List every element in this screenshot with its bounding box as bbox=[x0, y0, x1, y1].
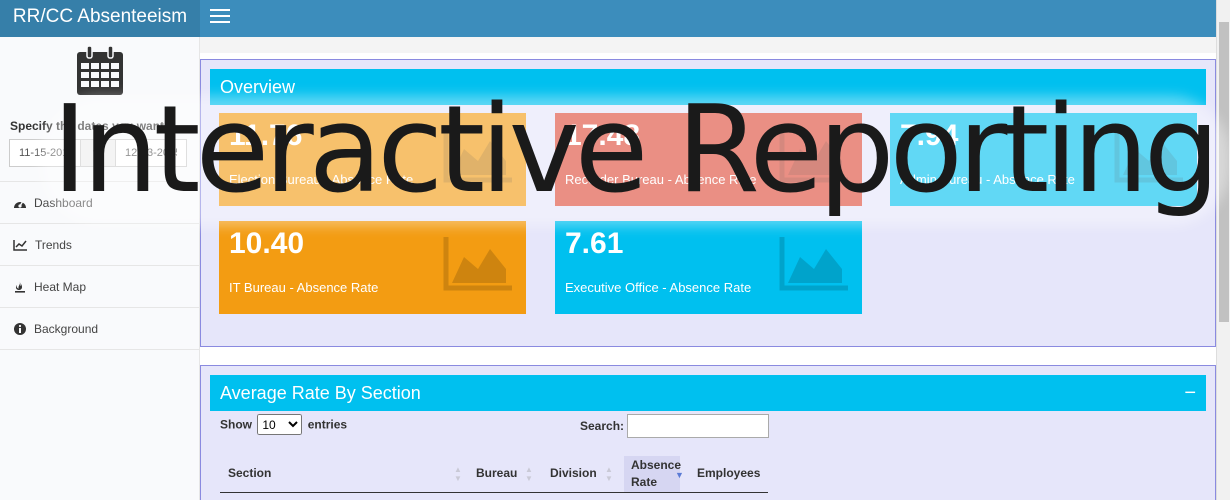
sidebar-item-label: Trends bbox=[35, 237, 72, 252]
page-scrollbar[interactable] bbox=[1216, 0, 1230, 500]
value-box-number: 10.40 bbox=[229, 227, 305, 260]
fire-icon bbox=[15, 281, 25, 293]
search-label: Search: bbox=[580, 419, 625, 433]
search-control: Search: bbox=[580, 414, 770, 438]
show-label: Show bbox=[220, 417, 252, 432]
avg-rate-title: Average Rate By Section bbox=[220, 383, 421, 403]
sidebar-item-background[interactable]: Background bbox=[0, 308, 199, 350]
value-box-it: 10.40 IT Bureau - Absence Rate bbox=[219, 221, 526, 314]
entries-select[interactable]: 10 bbox=[257, 414, 303, 435]
avg-rate-box: Average Rate By Section − Show 10 entrie… bbox=[200, 365, 1216, 500]
sidebar-item-label: Background bbox=[34, 321, 99, 336]
header-divider bbox=[220, 492, 768, 493]
line-chart-icon bbox=[13, 239, 27, 251]
value-box-label: IT Bureau - Absence Rate bbox=[229, 280, 379, 295]
sidebar-item-heat-map[interactable]: Heat Map bbox=[0, 266, 199, 308]
entries-control: Show 10 entries bbox=[220, 414, 347, 435]
column-header-employees[interactable]: Employees bbox=[697, 466, 760, 480]
area-chart-icon bbox=[779, 237, 848, 291]
value-box-number: 7.61 bbox=[565, 227, 624, 260]
avg-rate-header: Average Rate By Section − bbox=[210, 375, 1206, 411]
entries-label: entries bbox=[307, 417, 348, 432]
sort-icon: ▲ ▼ bbox=[605, 465, 613, 483]
dashboard-icon bbox=[14, 200, 26, 208]
top-navbar bbox=[200, 0, 1216, 37]
sidebar-toggle-icon[interactable] bbox=[210, 9, 230, 25]
collapse-button[interactable]: − bbox=[1184, 375, 1196, 411]
sidebar-item-label: Heat Map bbox=[34, 279, 87, 294]
column-header-section[interactable]: Section bbox=[228, 466, 271, 480]
sort-icon: ▲ ▼ bbox=[454, 465, 462, 483]
app-title[interactable]: RR/CC Absenteeism bbox=[0, 0, 200, 37]
value-box-executive: 7.61 Executive Office - Absence Rate bbox=[555, 221, 862, 314]
sidebar-item-trends[interactable]: Trends bbox=[0, 224, 199, 266]
sort-icon: ▲ ▼ bbox=[525, 465, 533, 483]
sort-desc-icon: ▼ bbox=[675, 470, 684, 480]
watermark-text: Interactive Reporting bbox=[52, 81, 1220, 220]
column-header-bureau[interactable]: Bureau bbox=[476, 466, 517, 480]
column-header-absence-rate[interactable]: Absence Rate bbox=[624, 456, 681, 492]
area-chart-icon bbox=[443, 237, 512, 291]
search-input[interactable] bbox=[627, 414, 770, 438]
value-box-label: Executive Office - Absence Rate bbox=[565, 280, 752, 295]
info-circle-icon bbox=[14, 322, 26, 335]
column-header-division[interactable]: Division bbox=[550, 466, 597, 480]
